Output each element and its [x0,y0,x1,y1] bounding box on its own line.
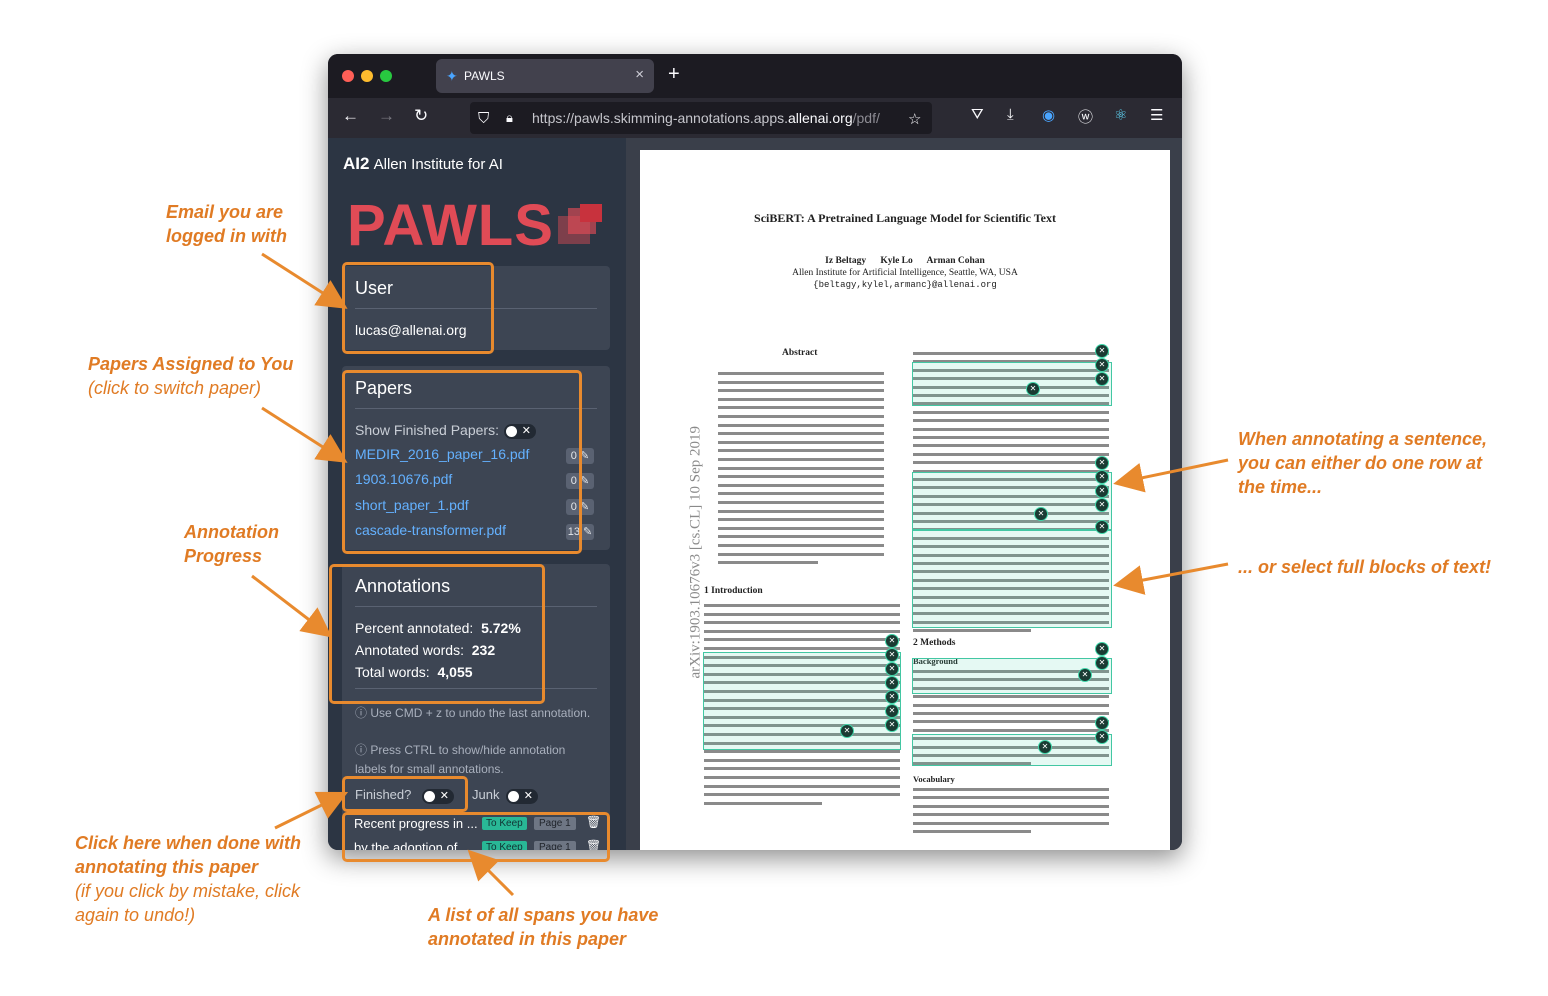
callout-arrows [251,252,1229,897]
